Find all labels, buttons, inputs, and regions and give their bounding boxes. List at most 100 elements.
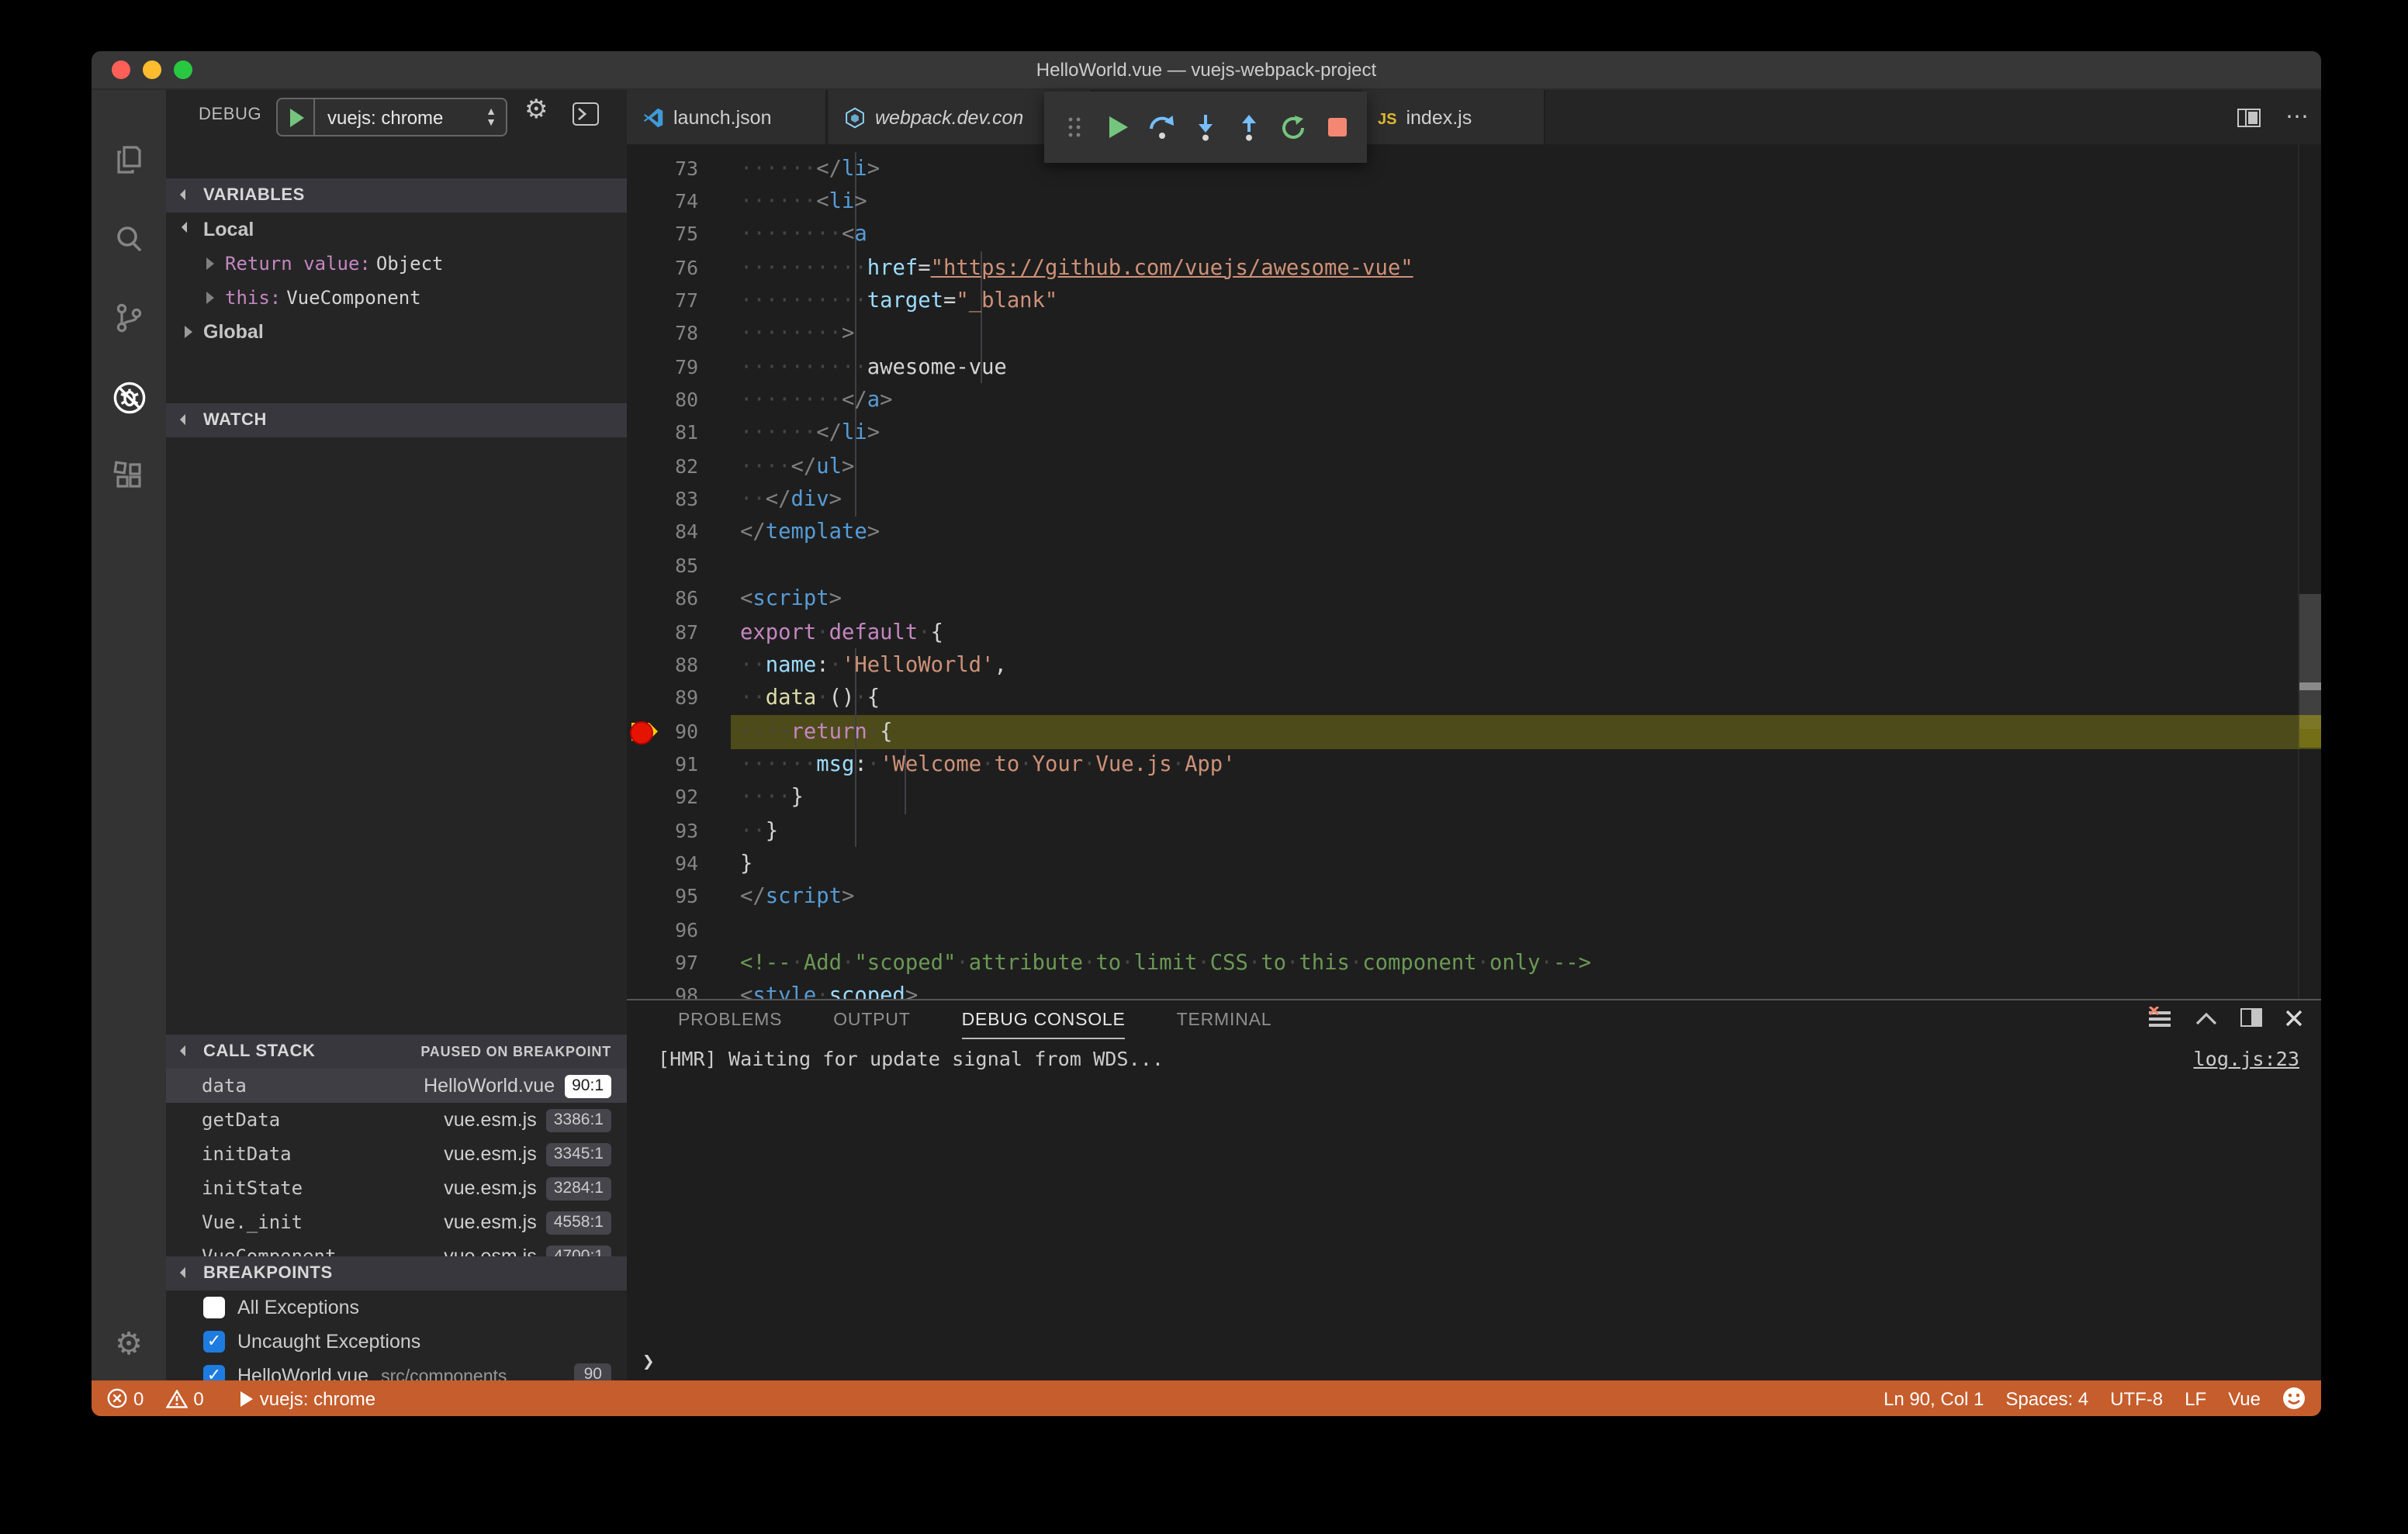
code-line[interactable]: 97<!--·Add·"scoped"·attribute·to·limit·C… — [627, 946, 2321, 980]
variables-scope-row[interactable]: Local — [166, 212, 627, 247]
code-line[interactable]: 92····} — [627, 781, 2321, 815]
code-line[interactable]: 84</template> — [627, 516, 2321, 550]
code-line[interactable]: 98<style·scoped> — [627, 979, 2321, 999]
panel-tab-terminal[interactable]: TERMINAL — [1177, 1000, 1272, 1042]
status-item-vue[interactable]: Vue — [2228, 1387, 2261, 1409]
call-stack-frame[interactable]: getDatavue.esm.js3386:1 — [166, 1103, 627, 1137]
extensions-icon[interactable] — [92, 445, 166, 507]
warnings-status[interactable]: 0 — [165, 1387, 203, 1409]
code-line[interactable]: 87export·default·{ — [627, 615, 2321, 649]
code-line[interactable]: 79··········awesome-vue — [627, 350, 2321, 384]
call-stack-frame[interactable]: VueComponentvue.esm.js4700:1 — [166, 1239, 627, 1256]
start-debug-icon[interactable] — [290, 108, 304, 126]
restart-button[interactable] — [1279, 113, 1307, 141]
tab-launch.json[interactable]: launch.json — [627, 90, 827, 144]
status-item-lf[interactable]: LF — [2185, 1387, 2206, 1409]
code-editor[interactable]: 72········</a>73······</li>74······<li>7… — [627, 144, 2321, 999]
breakpoint-checkbox[interactable]: ✓ — [203, 1365, 225, 1380]
search-icon[interactable] — [92, 208, 166, 270]
breakpoint-checkbox[interactable]: ✓ — [203, 1331, 225, 1353]
chevron-expanded-icon — [180, 189, 191, 200]
breakpoint-row[interactable]: All Exceptions — [166, 1290, 627, 1325]
line-number: 75 — [627, 218, 698, 252]
debug-icon[interactable] — [92, 366, 166, 428]
code-line[interactable]: 93··} — [627, 814, 2321, 848]
continue-button[interactable] — [1104, 113, 1132, 141]
stop-button[interactable] — [1323, 113, 1351, 141]
source-control-icon[interactable] — [92, 287, 166, 349]
code-line[interactable]: 85 — [627, 549, 2321, 583]
watch-section-header[interactable]: WATCH — [166, 403, 627, 437]
tab-index.js[interactable]: JSindex.js — [1362, 90, 1545, 144]
panel-tab-output[interactable]: OUTPUT — [833, 1000, 910, 1042]
status-item-spaces-4[interactable]: Spaces: 4 — [2005, 1387, 2088, 1409]
code-line[interactable]: 74······<li> — [627, 185, 2321, 219]
step-into-button[interactable] — [1192, 113, 1220, 141]
variables-scope-row[interactable]: Global — [166, 315, 627, 349]
line-number: 91 — [627, 748, 698, 782]
console-input-prompt[interactable]: ❯ — [642, 1351, 655, 1374]
code-line[interactable]: 81······</li> — [627, 416, 2321, 451]
code-line[interactable]: 73······</li> — [627, 151, 2321, 185]
code-line[interactable]: 88··name:·'HelloWorld', — [627, 648, 2321, 682]
panel-tab-problems[interactable]: PROBLEMS — [678, 1000, 782, 1042]
open-panel-right-icon[interactable] — [2240, 1008, 2262, 1027]
settings-gear-icon[interactable]: ⚙ — [92, 1312, 166, 1374]
panel-tab-debug-console[interactable]: DEBUG CONSOLE — [962, 1000, 1126, 1042]
code-line[interactable]: 77··········target="_blank" — [627, 284, 2321, 318]
call-stack-frame[interactable]: dataHelloWorld.vue90:1 — [166, 1069, 627, 1103]
line-number: 81 — [627, 416, 698, 451]
step-out-button[interactable] — [1236, 113, 1264, 141]
twistie-icon — [182, 222, 192, 233]
title-bar[interactable]: HelloWorld.vue — vuejs-webpack-project — [92, 51, 2321, 90]
code-line[interactable]: 90····return·{ — [627, 714, 2321, 748]
variables-section-header[interactable]: VARIABLES — [166, 178, 627, 212]
breakpoint-row[interactable]: ✓Uncaught Exceptions — [166, 1325, 627, 1359]
variable-row[interactable]: Return value: Object — [166, 247, 627, 281]
code-line[interactable]: 82····</ul> — [627, 450, 2321, 484]
close-panel-icon[interactable] — [2285, 1009, 2302, 1026]
scrollbar-slider[interactable] — [2299, 594, 2321, 729]
more-actions-icon[interactable]: ⋯ — [2285, 109, 2309, 125]
code-line[interactable]: 80········</a> — [627, 383, 2321, 417]
configure-gear-icon[interactable]: ⚙ — [524, 95, 548, 126]
console-source-link[interactable]: log.js:23 — [2194, 1042, 2300, 1076]
status-item-utf-8[interactable]: UTF-8 — [2110, 1387, 2163, 1409]
variable-row[interactable]: this: VueComponent — [166, 281, 627, 315]
problems-status[interactable]: 0 — [107, 1387, 144, 1409]
breakpoint-icon[interactable] — [630, 721, 653, 745]
breakpoint-checkbox[interactable] — [203, 1297, 225, 1318]
call-stack-frame[interactable]: initDatavue.esm.js3345:1 — [166, 1137, 627, 1171]
code-line[interactable]: 75········<a — [627, 218, 2321, 252]
code-line[interactable]: 89··data·()·{ — [627, 681, 2321, 715]
code-line[interactable]: 76··········href="https://github.com/vue… — [627, 250, 2321, 285]
step-over-button[interactable] — [1148, 113, 1176, 141]
call-stack-frame[interactable]: Vue._initvue.esm.js4558:1 — [166, 1205, 627, 1239]
editor-scrollbar[interactable] — [2298, 144, 2321, 999]
debug-console-toggle-icon[interactable] — [573, 102, 599, 126]
code-line[interactable]: 86<script> — [627, 582, 2321, 616]
code-line[interactable]: 91······msg:·'Welcome·to·Your·Vue.js·App… — [627, 748, 2321, 782]
line-number: 80 — [627, 383, 698, 417]
breakpoint-row[interactable]: ✓HelloWorld.vuesrc/components90 — [166, 1359, 627, 1380]
maximize-panel-icon[interactable] — [2195, 1011, 2217, 1024]
feedback-smiley-icon[interactable] — [2282, 1387, 2306, 1410]
call-stack-section-header[interactable]: CALL STACK PAUSED ON BREAKPOINT — [166, 1035, 627, 1069]
code-line[interactable]: 78········> — [627, 317, 2321, 351]
code-line[interactable]: 94} — [627, 847, 2321, 881]
clear-console-icon[interactable] — [2147, 1007, 2172, 1028]
breakpoints-section-header[interactable]: BREAKPOINTS — [166, 1256, 627, 1290]
paused-on-breakpoint-badge: PAUSED ON BREAKPOINT — [420, 1035, 611, 1069]
line-number: 98 — [627, 979, 698, 999]
status-item-ln-90-col-1[interactable]: Ln 90, Col 1 — [1884, 1387, 1984, 1409]
line-number: 74 — [627, 185, 698, 219]
code-line[interactable]: 83··</div> — [627, 482, 2321, 517]
active-debug-session[interactable]: vuejs: chrome — [241, 1387, 375, 1409]
code-line[interactable]: 96 — [627, 913, 2321, 947]
call-stack-frame[interactable]: initStatevue.esm.js3284:1 — [166, 1171, 627, 1205]
code-line[interactable]: 95</script> — [627, 880, 2321, 914]
window-title: HelloWorld.vue — vuejs-webpack-project — [92, 51, 2321, 88]
split-editor-icon[interactable] — [2237, 108, 2261, 126]
explorer-icon[interactable] — [92, 129, 166, 191]
launch-configuration-dropdown[interactable]: vuejs: chrome ▲▼ — [276, 98, 507, 136]
